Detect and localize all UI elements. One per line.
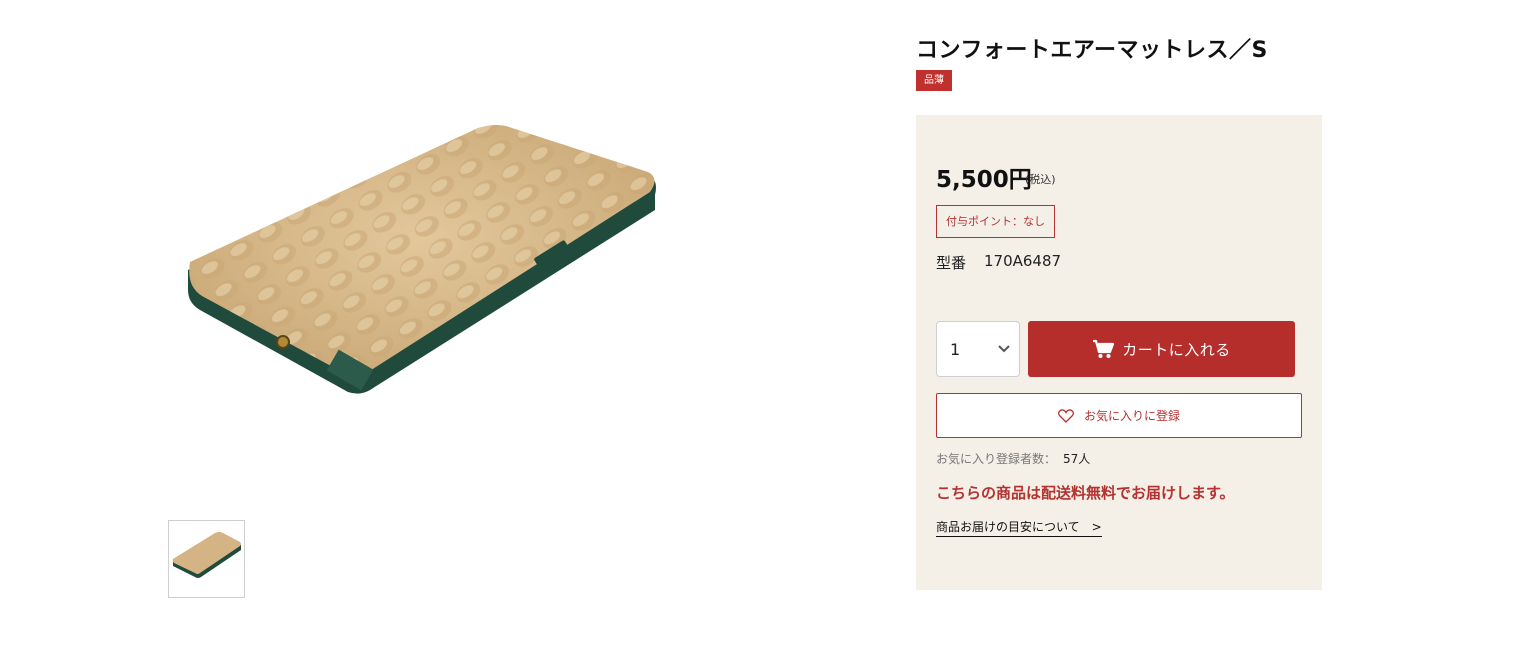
add-to-favorites-button[interactable]: お気に入りに登録: [936, 393, 1302, 438]
product-price: 5,500円: [936, 167, 1032, 193]
product-main-image: [180, 120, 670, 410]
cart-icon: [1093, 339, 1115, 358]
add-to-cart-button[interactable]: カートに入れる: [1028, 321, 1295, 377]
chevron-down-icon: [998, 345, 1010, 353]
model-number-value: 170A6487: [984, 252, 1062, 270]
quantity-value: 1: [950, 340, 961, 359]
model-number-label: 型番: [936, 254, 967, 272]
quantity-select[interactable]: 1: [936, 321, 1020, 377]
product-title: コンフォートエアーマットレス／S: [916, 38, 1268, 63]
add-to-cart-label: カートに入れる: [1122, 340, 1231, 359]
favorite-count-value: 57人: [1063, 452, 1091, 466]
air-mattress-image: [188, 125, 656, 394]
points-box: 付与ポイント：なし: [936, 205, 1055, 238]
delivery-estimate-link[interactable]: 商品お届けの目安について >: [936, 518, 1102, 537]
add-to-favorites-label: お気に入りに登録: [1083, 409, 1180, 423]
stock-badge: 品薄: [916, 70, 952, 91]
free-shipping-notice: こちらの商品は配送料無料でお届けします。: [936, 484, 1235, 502]
tax-note: (税込): [1025, 173, 1056, 186]
product-thumbnail[interactable]: [168, 520, 245, 598]
heart-icon: [1058, 408, 1074, 423]
air-mattress-thumbnail-image: [172, 532, 241, 578]
favorite-count-label: お気に入り登録者数：: [936, 452, 1057, 466]
